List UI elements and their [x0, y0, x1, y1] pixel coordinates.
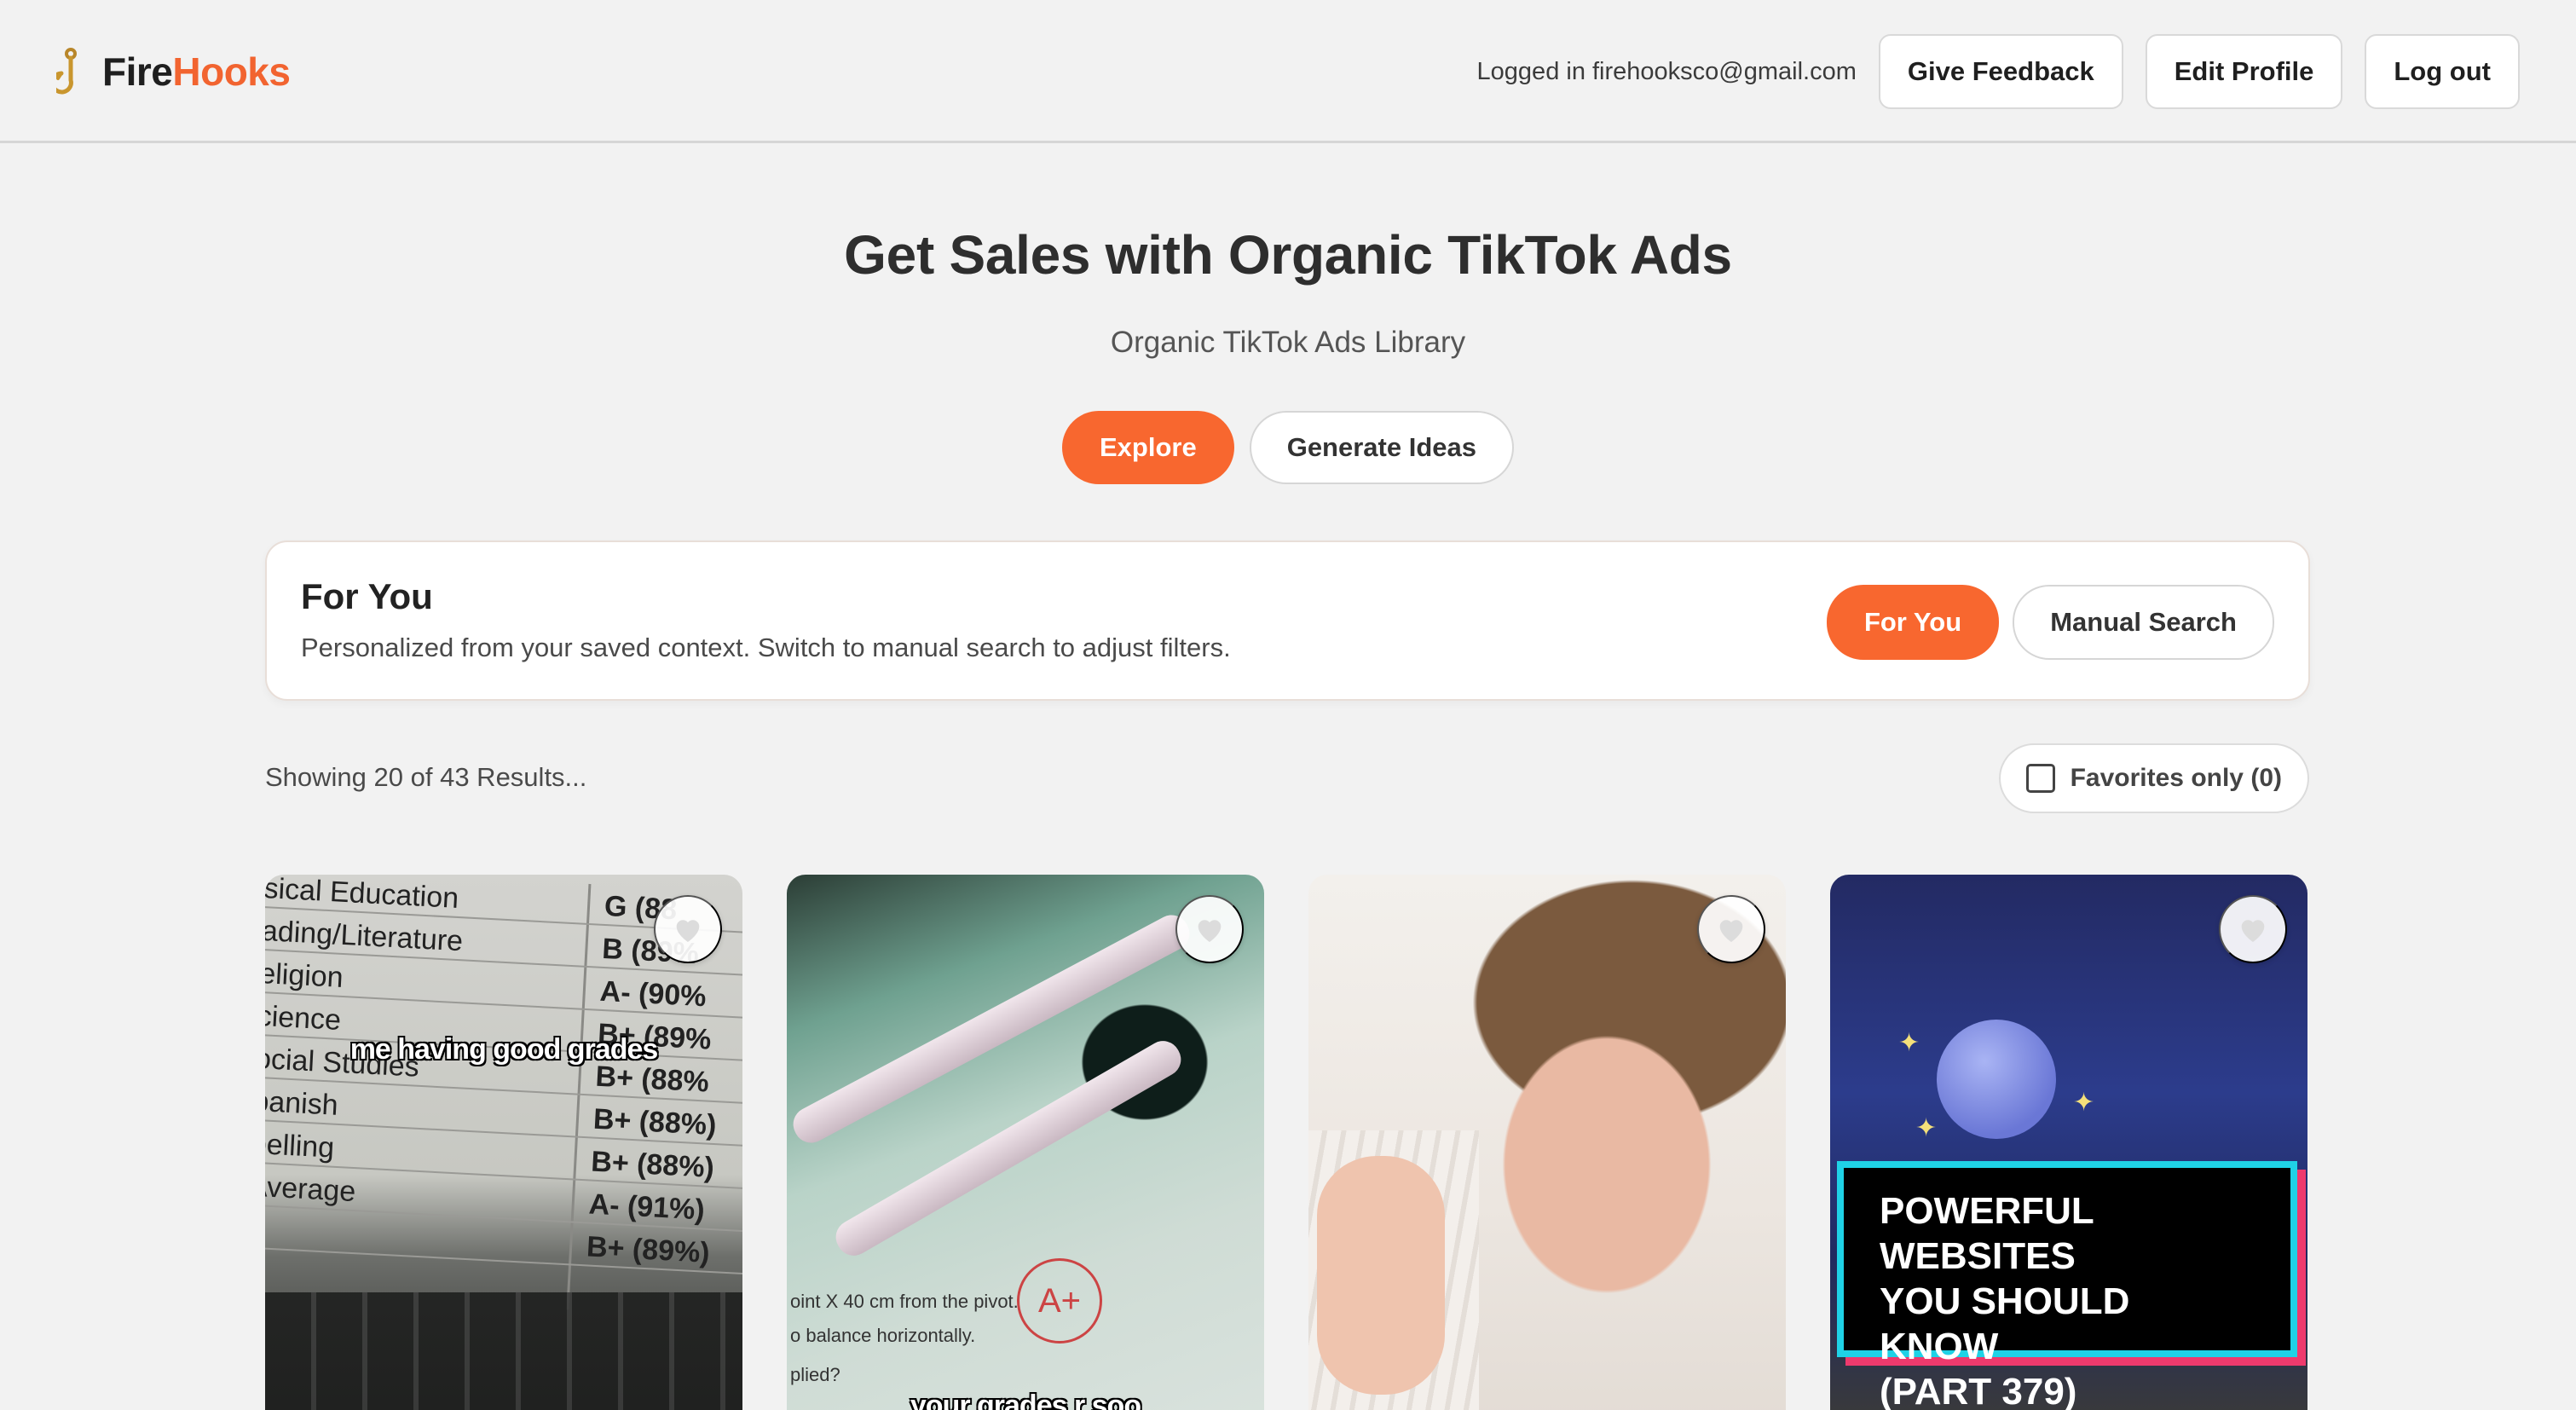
brand-name-hooks: Hooks: [172, 49, 291, 94]
page-title: Get Sales with Organic TikTok Ads: [844, 224, 1732, 286]
edit-profile-button[interactable]: Edit Profile: [2145, 34, 2343, 109]
ad-card[interactable]: [1308, 875, 1786, 1410]
favorites-only-toggle[interactable]: Favorites only (0): [1998, 743, 2309, 813]
favorite-button[interactable]: [1175, 895, 1244, 963]
results-summary: Showing 20 of 43 Results...: [265, 762, 587, 792]
favorite-button[interactable]: [1697, 895, 1765, 963]
mode-tabs: Explore Generate Ideas: [0, 411, 2576, 484]
log-out-button[interactable]: Log out: [2365, 34, 2520, 109]
video-caption-banner: POWERFUL WEBSITES YOU SHOULD KNOW (PART …: [1837, 1161, 2297, 1410]
ad-card[interactable]: sical Education G (88 ading/Literature B (…: [265, 875, 742, 1410]
video-caption: your grades r soo: [910, 1390, 1141, 1410]
give-feedback-button[interactable]: Give Feedback: [1878, 34, 2123, 109]
brand-logo[interactable]: FireHooks: [56, 44, 291, 99]
heart-icon: [1719, 920, 1743, 942]
planet-illustration: [1937, 1020, 2056, 1139]
video-caption: me having good grades: [349, 1033, 659, 1066]
tab-manual-search[interactable]: Manual Search: [2013, 585, 2274, 660]
search-mode-tabs: For You Manual Search: [1826, 585, 2274, 660]
heart-icon: [1198, 920, 1222, 942]
star-icon: ✦: [2073, 1089, 2095, 1117]
favorites-checkbox[interactable]: [2025, 764, 2055, 793]
favorite-button[interactable]: [2219, 895, 2287, 963]
for-you-panel: For You Personalized from your saved con…: [265, 540, 2310, 701]
hand-image: [1317, 1156, 1445, 1395]
heart-icon: [2241, 920, 2265, 942]
brand-name-fire: Fire: [102, 49, 173, 94]
star-icon: ✦: [1915, 1114, 1938, 1142]
results-grid: sical Education G (88 ading/Literature B (…: [265, 875, 2310, 1410]
brand-name: FireHooks: [102, 49, 291, 95]
star-icon: ✦: [1898, 1029, 1920, 1057]
panel-description: Personalized from your saved context. Sw…: [301, 633, 1231, 662]
tab-explore[interactable]: Explore: [1061, 411, 1234, 484]
heart-icon: [676, 920, 700, 942]
grade-mark: A+: [1017, 1258, 1102, 1344]
favorites-label: Favorites only (0): [2070, 764, 2282, 792]
ad-card[interactable]: ✦ ✦ ✦ POWERFUL WEBSITES YOU SHOULD KNOW …: [1830, 875, 2307, 1410]
ad-card[interactable]: A+ oint X 40 cm from the pivot. o balanc…: [787, 875, 1264, 1410]
top-navbar: FireHooks Logged in firehooksco@gmail.co…: [0, 0, 2576, 143]
page-subtitle: Organic TikTok Ads Library: [1110, 326, 1466, 359]
tab-generate-ideas[interactable]: Generate Ideas: [1249, 411, 1514, 484]
fishhook-icon: [56, 48, 77, 95]
keyboard-image: [265, 1292, 742, 1410]
favorite-button[interactable]: [654, 895, 722, 963]
tab-for-you[interactable]: For You: [1826, 585, 2000, 660]
header-actions: Logged in firehooksco@gmail.com Give Fee…: [1477, 34, 2520, 109]
panel-title: For You: [301, 576, 433, 616]
login-status: Logged in firehooksco@gmail.com: [1476, 57, 1857, 85]
pen-image: [787, 909, 1196, 1149]
